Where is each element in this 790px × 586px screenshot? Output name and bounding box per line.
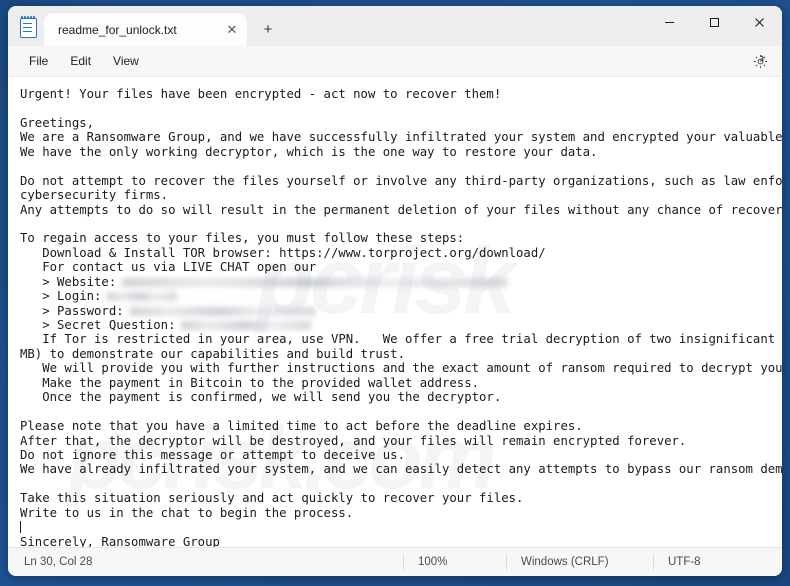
document-line [20, 520, 776, 534]
line-text: Download & Install TOR browser: https://… [20, 245, 546, 260]
line-text: Once the payment is confirmed, we will s… [20, 390, 502, 405]
document-line: Please note that you have a limited time… [20, 419, 776, 433]
line-text: MB) to demonstrate our capabilities and … [20, 346, 405, 361]
line-text: > Login: [20, 289, 102, 304]
line-text: We will provide you with further instruc… [20, 361, 782, 376]
document-line: Sincerely, Ransomware Group [20, 535, 776, 547]
document-line: > Login: [20, 289, 776, 303]
document-line: Any attempts to do so will result in the… [20, 203, 782, 217]
document-line: cybersecurity firms. [20, 188, 776, 202]
line-text: cybersecurity firms. [20, 188, 169, 203]
document-line: If Tor is restricted in your area, use V… [20, 332, 776, 346]
status-bar: Ln 30, Col 28 100% Windows (CRLF) UTF-8 [8, 547, 782, 576]
redacted-value [107, 292, 178, 302]
gear-icon[interactable] [748, 49, 772, 73]
line-text: For contact us via LIVE CHAT open our [20, 260, 317, 275]
document-line: Do not ignore this message or attempt to… [20, 448, 776, 462]
document-line: Take this situation seriously and act qu… [20, 491, 776, 505]
line-text: Sincerely, Ransomware Group [20, 534, 220, 547]
line-text: Write to us in the chat to begin the pro… [20, 505, 354, 520]
menu-view[interactable]: View [102, 50, 150, 72]
line-text: If Tor is restricted in your area, use V… [20, 332, 782, 347]
menu-edit[interactable]: Edit [59, 50, 102, 72]
document-line: Greetings, [20, 116, 776, 130]
document-line: > Secret Question: [20, 318, 776, 332]
menu-bar: File Edit View [8, 46, 782, 77]
line-text: Greetings, [20, 115, 95, 130]
redacted-value [122, 277, 508, 287]
redacted-value [129, 306, 315, 316]
line-text: We have the only working decryptor, whic… [20, 144, 598, 159]
document-line: Once the payment is confirmed, we will s… [20, 390, 776, 404]
line-text: Make the payment in Bitcoin to the provi… [20, 375, 480, 390]
window-controls [647, 6, 782, 39]
document-line: After that, the decryptor will be destro… [20, 434, 776, 448]
tab-title: readme_for_unlock.txt [58, 22, 177, 37]
document-line: We have the only working decryptor, whic… [20, 145, 776, 159]
text-caret [20, 521, 21, 534]
status-zoom-level[interactable]: 100% [403, 554, 506, 570]
line-text: After that, the decryptor will be destro… [20, 433, 687, 448]
new-tab-button[interactable]: + [255, 16, 281, 42]
document-text[interactable]: Urgent! Your files have been encrypted -… [8, 77, 782, 547]
document-line: We are a Ransomware Group, and we have s… [20, 130, 782, 144]
status-encoding[interactable]: UTF-8 [653, 554, 782, 570]
editor-tab[interactable]: readme_for_unlock.txt ✕ [44, 13, 247, 46]
notepad-window: readme_for_unlock.txt ✕ + File Edit View [8, 6, 782, 576]
close-window-button[interactable] [737, 6, 782, 39]
document-line: We have already infiltrated your system,… [20, 462, 782, 476]
line-text: Do not attempt to recover the files your… [20, 173, 782, 188]
line-text: We have already infiltrated your system,… [20, 462, 782, 477]
redacted-value [181, 321, 312, 330]
line-text: Any attempts to do so will result in the… [20, 202, 782, 217]
close-tab-icon[interactable]: ✕ [221, 19, 243, 41]
document-line: We will provide you with further instruc… [20, 361, 782, 375]
line-text: We are a Ransomware Group, and we have s… [20, 130, 782, 145]
maximize-button[interactable] [692, 6, 737, 39]
line-text: > Secret Question: [20, 318, 176, 332]
document-line: For contact us via LIVE CHAT open our [20, 260, 776, 274]
document-line: > Website: [20, 275, 776, 289]
line-text: Take this situation seriously and act qu… [20, 491, 524, 506]
notepad-icon [18, 16, 38, 38]
line-text: Do not ignore this message or attempt to… [20, 447, 405, 462]
document-line: Urgent! Your files have been encrypted -… [20, 87, 776, 101]
document-line: Do not attempt to recover the files your… [20, 174, 782, 188]
document-line: Write to us in the chat to begin the pro… [20, 506, 776, 520]
minimize-button[interactable] [647, 6, 692, 39]
line-text: To regain access to your files, you must… [20, 231, 465, 246]
line-text: > Website: [20, 274, 117, 289]
line-text: > Password: [20, 303, 124, 318]
line-text: Please note that you have a limited time… [20, 419, 583, 434]
document-line: Make the payment in Bitcoin to the provi… [20, 376, 776, 390]
document-line: Download & Install TOR browser: https://… [20, 246, 776, 260]
document-line: To regain access to your files, you must… [20, 231, 776, 245]
document-line: MB) to demonstrate our capabilities and … [20, 347, 776, 361]
menu-file[interactable]: File [18, 50, 59, 72]
status-cursor-position: Ln 30, Col 28 [24, 556, 93, 568]
document-line: > Password: [20, 304, 776, 318]
status-line-ending[interactable]: Windows (CRLF) [506, 554, 653, 570]
line-text: Urgent! Your files have been encrypted -… [20, 87, 502, 101]
title-bar: readme_for_unlock.txt ✕ + [8, 6, 782, 46]
text-editor-area[interactable]: pcrisk pcrisk.com Urgent! Your files hav… [8, 77, 782, 547]
